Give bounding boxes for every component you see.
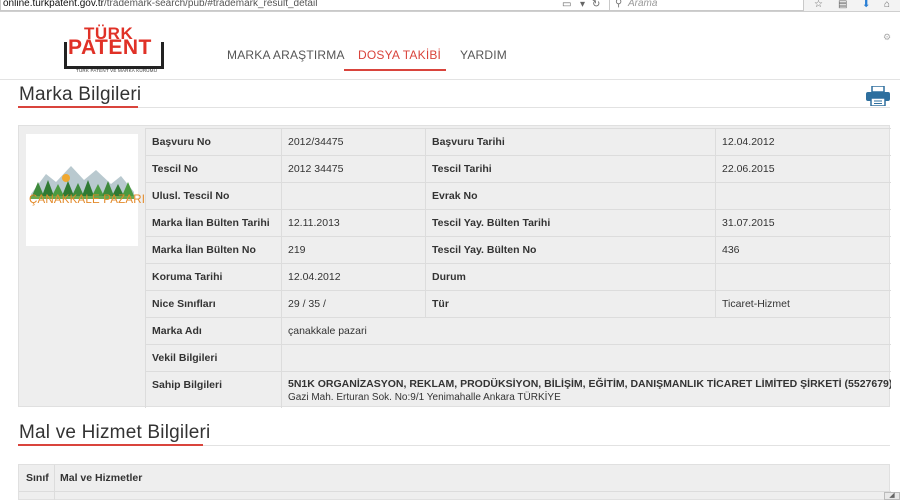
field-value: 12.04.2012 (715, 129, 891, 155)
search-icon: ⚲ (615, 0, 623, 9)
dropdown-icon[interactable]: ▾ (580, 0, 585, 11)
info-row: Başvuru No 2012/34475 Başvuru Tarihi 12.… (145, 128, 891, 155)
nav-marka-arastirma[interactable]: MARKA ARAŞTIRMA (227, 48, 345, 62)
field-value (715, 264, 891, 290)
field-label: Tescil Yay. Bülten Tarihi (425, 210, 715, 236)
info-row: Nice Sınıfları 29 / 35 / Tür Ticaret-Hiz… (145, 290, 891, 317)
info-row: Sahip Bilgileri 5N1K ORGANİZASYON, REKLA… (145, 371, 891, 408)
field-value: 2012 34475 (281, 156, 425, 182)
bookmark-star-icon[interactable]: ☆ (814, 0, 823, 11)
col-header-mal-hizmetler: Mal ve Hizmetler (60, 472, 143, 484)
field-value: Ticaret-Hizmet (715, 291, 891, 317)
info-row: Marka Adı çanakkale pazari (145, 317, 891, 344)
section-title-underline (18, 444, 203, 446)
url-domain: online.turkpatent.gov.tr (3, 0, 104, 9)
field-value: 12.11.2013 (281, 210, 425, 236)
address-bar[interactable]: online.turkpatent.gov.tr/trademark-searc… (0, 0, 610, 11)
field-value: 12.04.2012 (281, 264, 425, 290)
mal-hizmet-table: Sınıf Mal ve Hizmetler (18, 464, 891, 500)
field-label: Tür (425, 291, 715, 317)
marka-info-panel: ÇANAKKALE PAZARI Başvuru No 2012/34475 B… (18, 125, 891, 408)
field-value: çanakkale pazari (281, 318, 891, 344)
field-value (281, 345, 891, 371)
browser-toolbar: online.turkpatent.gov.tr/trademark-searc… (0, 0, 900, 12)
owner-info: 5N1K ORGANİZASYON, REKLAM, PRODÜKSİYON, … (281, 372, 891, 408)
trademark-logo-graphic (30, 166, 134, 199)
reader-icon[interactable]: ▭ (562, 0, 571, 11)
field-value: 2012/34475 (281, 129, 425, 155)
nav-yardim[interactable]: YARDIM (460, 48, 507, 62)
field-label: Başvuru Tarihi (425, 129, 715, 155)
bookmarks-list-icon[interactable]: ▤ (838, 0, 847, 11)
field-value (715, 183, 891, 209)
field-label: Vekil Bilgileri (145, 345, 281, 371)
marka-section-title: Marka Bilgileri (19, 84, 142, 105)
download-icon[interactable]: ⬇ (862, 0, 870, 11)
owner-name: 5N1K ORGANİZASYON, REKLAM, PRODÜKSİYON, … (288, 378, 891, 390)
field-label: Başvuru No (145, 129, 281, 155)
field-label: Koruma Tarihi (145, 264, 281, 290)
info-row: Marka İlan Bülten Tarihi 12.11.2013 Tesc… (145, 209, 891, 236)
field-value: 219 (281, 237, 425, 263)
active-nav-indicator (344, 69, 446, 71)
field-label: Durum (425, 264, 715, 290)
field-label: Marka Adı (145, 318, 281, 344)
site-header: TÜRK PATENT TÜRK PATENT VE MARKA KURUMU … (0, 12, 900, 80)
field-label: Marka İlan Bülten No (145, 237, 281, 263)
trademark-logo-text: ÇANAKKALE PAZARI (29, 194, 146, 206)
settings-gear-icon[interactable]: ⚙ (883, 32, 891, 43)
owner-address: Gazi Mah. Erturan Sok. No:9/1 Yenimahall… (288, 392, 561, 403)
info-row: Ulusl. Tescil No Evrak No (145, 182, 891, 209)
field-label: Sahip Bilgileri (145, 372, 281, 408)
field-label: Tescil Yay. Bülten No (425, 237, 715, 263)
section-rule (18, 107, 890, 108)
column-divider (54, 465, 55, 500)
url-path: /trademark-search/pub/#trademark_result_… (104, 0, 318, 9)
col-header-sinif: Sınıf (26, 472, 49, 484)
print-icon[interactable] (866, 86, 890, 106)
field-value: 29 / 35 / (281, 291, 425, 317)
field-label: Marka İlan Bülten Tarihi (145, 210, 281, 236)
field-label: Tescil No (145, 156, 281, 182)
field-label: Ulusl. Tescil No (145, 183, 281, 209)
field-value: 31.07.2015 (715, 210, 891, 236)
search-placeholder: Arama (628, 0, 658, 9)
field-label: Evrak No (425, 183, 715, 209)
field-label: Nice Sınıfları (145, 291, 281, 317)
section-title-underline (18, 106, 138, 108)
field-label: Tescil Tarihi (425, 156, 715, 182)
field-value: 22.06.2015 (715, 156, 891, 182)
field-value (281, 183, 425, 209)
scroll-indicator[interactable]: ◢ (884, 492, 900, 500)
home-icon[interactable]: ⌂ (884, 0, 890, 11)
logo-patent-text: PATENT (68, 36, 152, 59)
info-row: Marka İlan Bülten No 219 Tescil Yay. Bül… (145, 236, 891, 263)
nav-dosya-takibi[interactable]: DOSYA TAKİBİ (358, 48, 441, 62)
info-row: Tescil No 2012 34475 Tescil Tarihi 22.06… (145, 155, 891, 182)
turkpatent-logo[interactable]: TÜRK PATENT TÜRK PATENT VE MARKA KURUMU (64, 24, 164, 74)
info-row: Koruma Tarihi 12.04.2012 Durum (145, 263, 891, 290)
info-row: Vekil Bilgileri (145, 344, 891, 371)
reload-icon[interactable]: ↻ (592, 0, 600, 11)
mal-hizmet-section-title: Mal ve Hizmet Bilgileri (19, 422, 211, 443)
trademark-image: ÇANAKKALE PAZARI (26, 134, 145, 246)
browser-search-input[interactable]: ⚲ Arama (609, 0, 804, 11)
table-header: Sınıf Mal ve Hizmetler (19, 465, 891, 492)
logo-subtitle: TÜRK PATENT VE MARKA KURUMU (76, 68, 158, 73)
field-value: 436 (715, 237, 891, 263)
